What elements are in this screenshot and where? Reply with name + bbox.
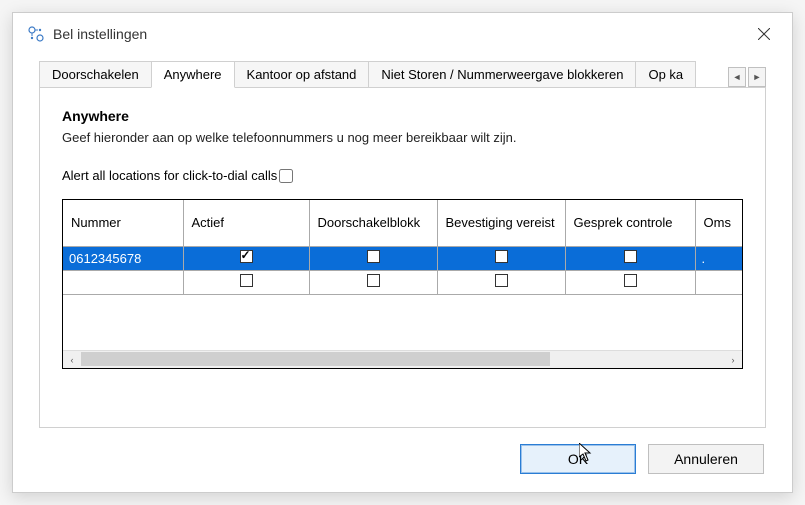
cell-nummer[interactable] [63, 246, 183, 270]
tab-scroll-left-icon[interactable]: ◄ [728, 67, 746, 87]
tab-op-ka[interactable]: Op ka [635, 61, 696, 87]
cell-bevestiging[interactable] [437, 246, 565, 270]
tabstrip-scroll: ◄ ► [728, 67, 766, 87]
tab-scroll-right-icon[interactable]: ► [748, 67, 766, 87]
checkbox-icon[interactable] [240, 274, 253, 287]
cell-doorschakelblok[interactable] [309, 270, 437, 294]
scroll-left-icon[interactable]: ‹ [63, 351, 81, 368]
cancel-button[interactable]: Annuleren [648, 444, 764, 474]
alert-row: Alert all locations for click-to-dial ca… [62, 165, 743, 185]
ok-button[interactable]: OK [520, 444, 636, 474]
cell-nummer[interactable] [63, 270, 183, 294]
scroll-thumb[interactable] [81, 352, 550, 366]
tab-anywhere[interactable]: Anywhere [151, 61, 235, 88]
checkbox-icon[interactable] [495, 274, 508, 287]
cell-oms[interactable]: . [695, 246, 742, 270]
col-actief[interactable]: Actief [183, 200, 309, 246]
tabstrip: Doorschakelen Anywhere Kantoor op afstan… [39, 59, 766, 87]
cell-gesprek[interactable] [565, 270, 695, 294]
dialog-buttons: OK Annuleren [13, 428, 792, 492]
tab-kantoor-op-afstand[interactable]: Kantoor op afstand [234, 61, 370, 87]
scroll-right-icon[interactable]: › [724, 351, 742, 368]
grid-hscrollbar[interactable]: ‹ › [63, 350, 742, 368]
numbers-grid: Nummer Actief Doorschakelblokk Bevestigi… [62, 199, 743, 369]
grid-scroll-area[interactable]: Nummer Actief Doorschakelblokk Bevestigi… [63, 200, 742, 350]
scroll-track[interactable] [81, 351, 724, 368]
nummer-input[interactable] [69, 275, 177, 290]
grid-table: Nummer Actief Doorschakelblokk Bevestigi… [63, 200, 742, 295]
section-description: Geef hieronder aan op welke telefoonnumm… [62, 130, 743, 145]
cell-actief[interactable] [183, 246, 309, 270]
tab-doorschakelen[interactable]: Doorschakelen [39, 61, 152, 87]
cell-doorschakelblok[interactable] [309, 246, 437, 270]
cell-oms[interactable] [695, 270, 742, 294]
titlebar: Bel instellingen [13, 13, 792, 55]
checkbox-icon[interactable] [624, 250, 637, 263]
col-bevestiging[interactable]: Bevestiging vereist [437, 200, 565, 246]
app-icon [27, 25, 45, 43]
col-oms[interactable]: Oms [695, 200, 742, 246]
cell-actief[interactable] [183, 270, 309, 294]
table-row[interactable] [63, 270, 742, 294]
alert-checkbox[interactable] [279, 169, 293, 183]
tab-niet-storen[interactable]: Niet Storen / Nummerweergave blokkeren [368, 61, 636, 87]
col-doorschakelblok[interactable]: Doorschakelblokk [309, 200, 437, 246]
tab-panel: Anywhere Geef hieronder aan op welke tel… [39, 87, 766, 428]
table-row[interactable]: . [63, 246, 742, 270]
cell-gesprek[interactable] [565, 246, 695, 270]
col-gesprek-controle[interactable]: Gesprek controle [565, 200, 695, 246]
close-button[interactable] [744, 19, 784, 49]
checkbox-icon[interactable] [240, 250, 253, 263]
checkbox-icon[interactable] [495, 250, 508, 263]
cell-bevestiging[interactable] [437, 270, 565, 294]
nummer-input[interactable] [69, 251, 177, 266]
window-title: Bel instellingen [53, 26, 744, 42]
alert-label: Alert all locations for click-to-dial ca… [62, 168, 277, 183]
checkbox-icon[interactable] [624, 274, 637, 287]
section-title: Anywhere [62, 108, 743, 124]
dialog-window: Bel instellingen Doorschakelen Anywhere … [12, 12, 793, 493]
col-nummer[interactable]: Nummer [63, 200, 183, 246]
checkbox-icon[interactable] [367, 250, 380, 263]
checkbox-icon[interactable] [367, 274, 380, 287]
